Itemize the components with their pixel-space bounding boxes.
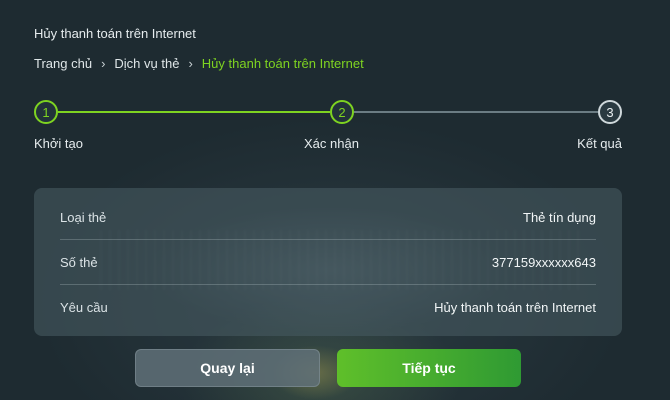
detail-row-card-number: Số thẻ 377159xxxxxx643 <box>60 240 596 285</box>
back-button[interactable]: Quay lại <box>135 349 320 387</box>
step-1-circle: 1 <box>34 100 58 124</box>
step-connector-completed <box>58 111 330 113</box>
page-title: Hủy thanh toán trên Internet <box>34 26 196 41</box>
detail-value: 377159xxxxxx643 <box>491 254 596 270</box>
breadcrumb-current: Hủy thanh toán trên Internet <box>201 56 364 71</box>
detail-row-card-type: Loại thẻ Thẻ tín dụng <box>60 195 596 240</box>
step-2-circle: 2 <box>330 100 354 124</box>
step-1-label: Khởi tạo <box>34 136 83 151</box>
chevron-right-icon: › <box>101 56 106 71</box>
detail-value: Hủy thanh toán trên Internet <box>434 300 596 315</box>
progress-stepper: 1 2 3 Khởi tạo Xác nhận Kết quả <box>34 100 624 160</box>
confirmation-details-card: Loại thẻ Thẻ tín dụng Số thẻ 377159xxxxx… <box>34 188 622 336</box>
detail-label: Số thẻ <box>60 254 98 270</box>
step-3-circle: 3 <box>598 100 622 124</box>
breadcrumb: Trang chủ › Dịch vụ thẻ › Hủy thanh toán… <box>34 56 364 71</box>
breadcrumb-home-link[interactable]: Trang chủ <box>34 56 92 71</box>
breadcrumb-card-services-link[interactable]: Dịch vụ thẻ <box>114 56 179 71</box>
main-content: Hủy thanh toán trên Internet Trang chủ ›… <box>0 0 670 400</box>
detail-row-request: Yêu cầu Hủy thanh toán trên Internet <box>60 285 596 330</box>
step-connector-pending <box>354 111 598 113</box>
step-3-label: Kết quả <box>577 136 622 151</box>
chevron-right-icon: › <box>188 56 193 71</box>
continue-button[interactable]: Tiếp tục <box>337 349 521 387</box>
detail-label: Loại thẻ <box>60 209 107 225</box>
detail-value: Thẻ tín dụng <box>523 209 596 225</box>
detail-label: Yêu cầu <box>60 300 108 315</box>
step-2-label: Xác nhận <box>304 136 359 151</box>
